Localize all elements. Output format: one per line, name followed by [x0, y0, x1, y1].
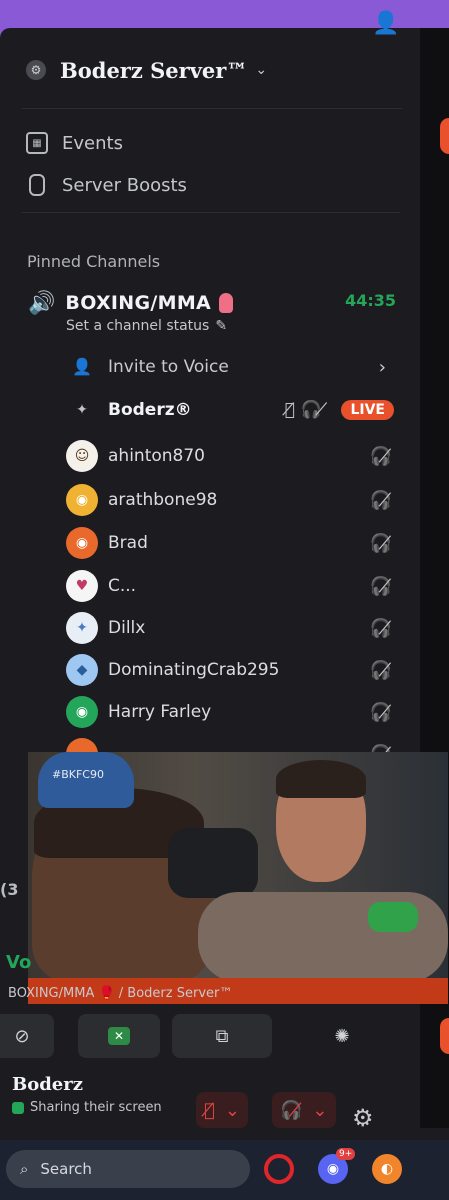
calendar-icon: ▦: [26, 132, 48, 154]
deafened-icon: 🎧̸: [369, 489, 392, 511]
search-icon: ⌕: [20, 1160, 29, 1178]
stream-preview[interactable]: #BKFC90: [28, 752, 448, 980]
voice-user[interactable]: ◉ Brad 🎧̸: [66, 523, 396, 563]
user-name: Dillx: [108, 618, 146, 638]
speaker-icon: 🔊: [28, 290, 56, 316]
channel-status[interactable]: Set a channel status ✎: [66, 318, 227, 334]
user-name: Boderz®: [108, 400, 192, 420]
video-button[interactable]: ✕: [78, 1014, 160, 1058]
user-name: Harry Farley: [108, 702, 212, 722]
deafened-icon: 🎧̸: [369, 445, 392, 467]
mute-button[interactable]: 🎙̸ ⌄: [196, 1092, 248, 1128]
voice-user[interactable]: ◉ arathbone98 🎧̸: [66, 480, 396, 520]
user-name: arathbone98: [108, 490, 218, 510]
avatar: ◆: [66, 654, 98, 686]
avatar: ☺: [66, 440, 98, 472]
nav-events-label: Events: [62, 132, 123, 154]
voice-user[interactable]: ♥ C... 🎧̸: [66, 566, 396, 606]
voice-user[interactable]: ✦ Dillx 🎧̸: [66, 608, 396, 648]
nav-boosts-label: Server Boosts: [62, 174, 187, 196]
deafened-icon: 🎧̸: [369, 701, 392, 723]
avatar: ✦: [66, 612, 98, 644]
server-header[interactable]: ⚙ Boderz Server™ ⌄: [0, 40, 420, 100]
voice-user-host[interactable]: ✦ Boderz® 🎙̸🎧̸ LIVE: [66, 390, 396, 430]
user-panel: Boderz Sharing their screen 🎙̸ ⌄ 🎧̸ ⌄ ⚙: [0, 1066, 420, 1136]
live-badge: LIVE: [341, 400, 394, 420]
glove-shape: [168, 828, 258, 898]
divider: [22, 212, 400, 213]
soundboard-button[interactable]: ✺: [312, 1014, 372, 1058]
add-member-icon[interactable]: 👤: [368, 0, 404, 46]
user-name: C...: [108, 576, 137, 596]
panel-status: Sharing their screen: [12, 1100, 162, 1115]
nav-events[interactable]: ▦ Events: [26, 126, 123, 160]
invite-to-voice[interactable]: 👤 Invite to Voice ›: [72, 352, 392, 382]
boxing-glove-icon: [219, 293, 234, 313]
pencil-icon[interactable]: ✎: [215, 318, 227, 334]
mute-icons: 🎙̸🎧̸: [284, 400, 334, 420]
gear-icon[interactable]: ⚙: [352, 1104, 374, 1132]
voice-channel-boxing-mma[interactable]: 🔊 BOXING/MMA 44:35: [28, 285, 400, 321]
deafened-icon: 🎧̸: [369, 575, 392, 597]
voice-breadcrumb: BOXING/MMA 🥊 / Boderz Server™: [8, 986, 233, 1001]
chevron-right-icon: ›: [378, 356, 386, 378]
avatar: ✦: [76, 402, 88, 418]
server-name: Boderz Server™: [60, 57, 248, 83]
chevron-down-icon[interactable]: ⌄: [312, 1100, 327, 1121]
discord-badge: 9+: [336, 1148, 356, 1160]
invite-label: Invite to Voice: [108, 357, 229, 377]
mic-off-icon: 🎙̸: [204, 1099, 215, 1121]
nav-server-boosts[interactable]: Server Boosts: [26, 168, 187, 202]
discord-icon[interactable]: ◉ 9+: [318, 1148, 356, 1184]
user-name: ahinton870: [108, 446, 205, 466]
activities-button[interactable]: ⧉: [172, 1014, 272, 1058]
camera-off-button[interactable]: ⊘: [0, 1014, 54, 1058]
voice-connected-label: Vo: [6, 952, 32, 973]
partial-text: (3: [0, 880, 19, 899]
chevron-down-icon[interactable]: ⌄: [225, 1100, 240, 1121]
camera-icon: ✕: [108, 1027, 130, 1045]
pinned-channels-heading: Pinned Channels: [27, 252, 161, 271]
cap-text: #BKFC90: [52, 768, 104, 781]
voice-user[interactable]: ◉ Harry Farley 🎧̸: [66, 692, 396, 732]
deafened-icon: 🎧̸: [369, 659, 392, 681]
avatar: ♥: [66, 570, 98, 602]
rail-indicator: [440, 1018, 449, 1054]
rail-indicator: [440, 118, 449, 154]
fighter-hair: [276, 760, 366, 798]
panel-status-text: Sharing their screen: [30, 1100, 162, 1115]
user-name: DominatingCrab295: [108, 660, 280, 680]
voice-user[interactable]: ◆ DominatingCrab295 🎧̸: [66, 650, 396, 690]
search-label: Search: [40, 1160, 92, 1178]
channel-name: BOXING/MMA: [65, 292, 212, 314]
opera-icon[interactable]: [264, 1154, 294, 1184]
screen-share-icon: [12, 1101, 24, 1114]
cornerman-cap: #BKFC90: [38, 752, 134, 808]
avatar: ◉: [66, 696, 98, 728]
boost-icon: [29, 174, 45, 196]
user-add-icon: 👤: [72, 357, 92, 376]
call-timer: 44:35: [345, 291, 396, 310]
voice-user[interactable]: ☺ ahinton870 🎧̸: [66, 436, 396, 476]
chevron-down-icon[interactable]: ⌄: [255, 62, 267, 78]
voice-controls: ⊘ ✕ ⧉ ✺: [0, 1010, 420, 1060]
app-icon[interactable]: ◐: [372, 1154, 402, 1184]
taskbar: ⌕ Search ◉ 9+ ◐: [0, 1140, 449, 1200]
deafen-button[interactable]: 🎧̸ ⌄: [272, 1092, 336, 1128]
user-name: Brad: [108, 533, 148, 553]
avatar: ◉: [66, 484, 98, 516]
taskbar-search[interactable]: ⌕ Search: [6, 1150, 250, 1188]
headphones-off-icon: 🎧̸: [280, 1099, 303, 1121]
panel-username[interactable]: Boderz: [12, 1074, 83, 1095]
server-icon: ⚙: [26, 60, 46, 80]
green-object: [368, 902, 418, 932]
divider: [22, 108, 402, 109]
deafened-icon: 🎧̸: [369, 617, 392, 639]
avatar: ◉: [66, 527, 98, 559]
deafened-icon: 🎧̸: [369, 532, 392, 554]
channel-status-text: Set a channel status: [66, 318, 210, 334]
